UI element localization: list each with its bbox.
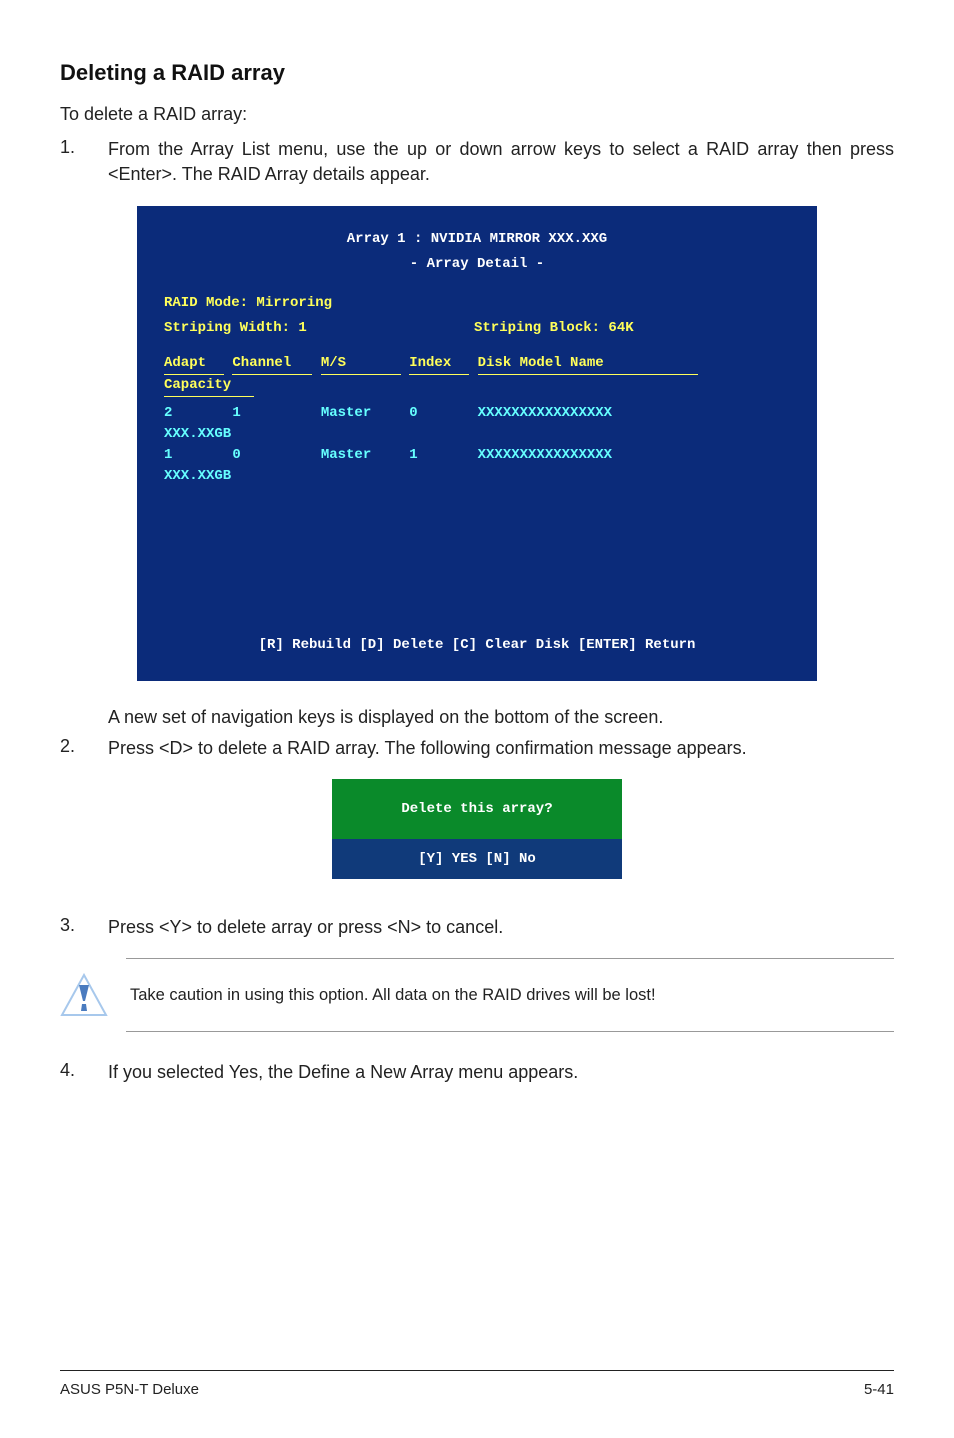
cell-ms: Master [321,445,401,466]
cell-model: XXXXXXXXXXXXXXXX [478,403,698,424]
caution-text: Take caution in using this option. All d… [130,986,656,1005]
cell-capacity: XXX.XXGB [164,424,254,445]
cell-channel: 1 [232,403,312,424]
cell-adapt: 1 [164,445,224,466]
cell-adapt: 2 [164,403,224,424]
bios-mode-label: RAID Mode: Mirroring [164,293,790,314]
cell-index: 0 [409,403,469,424]
th-channel: Channel [232,353,312,375]
step-4-text: If you selected Yes, the Define a New Ar… [108,1060,578,1085]
cell-channel: 0 [232,445,312,466]
bios-subtitle: - Array Detail - [164,254,790,275]
step-3-text: Press <Y> to delete array or press <N> t… [108,915,503,940]
footer-left: ASUS P5N-T Deluxe [60,1381,199,1398]
bios-table-header: Adapt Channel M/S Index Disk Model Name … [164,353,790,397]
bios-row-0: 2 1 Master 0 XXXXXXXXXXXXXXXX XXX.XXGB [164,403,790,445]
step-1-number: 1. [60,137,80,187]
bios-width-label: Striping Width: 1 [164,318,474,339]
cell-ms: Master [321,403,401,424]
intro-text: To delete a RAID array: [60,102,894,127]
confirm-options: [Y] YES [N] No [332,839,622,879]
confirm-message: Delete this array? [332,779,622,839]
th-index: Index [409,353,469,375]
cell-index: 1 [409,445,469,466]
confirm-dialog: Delete this array? [Y] YES [N] No [332,779,622,879]
caution-icon [60,973,108,1017]
bios-block-label: Striping Block: 64K [474,318,634,339]
step-1-text: From the Array List menu, use the up or … [108,137,894,187]
step-4: 4. If you selected Yes, the Define a New… [60,1060,894,1085]
bios-row-1: 1 0 Master 1 XXXXXXXXXXXXXXXX XXX.XXGB [164,445,790,487]
bios-panel: Array 1 : NVIDIA MIRROR XXX.XXG - Array … [137,206,817,681]
after-bios-text: A new set of navigation keys is displaye… [108,705,663,730]
step-2-number: 2. [60,736,80,761]
step-4-number: 4. [60,1060,80,1085]
step-1: 1. From the Array List menu, use the up … [60,137,894,187]
footer-right: 5-41 [864,1381,894,1398]
cell-model: XXXXXXXXXXXXXXXX [478,445,698,466]
th-model: Disk Model Name [478,353,698,375]
th-ms: M/S [321,353,401,375]
step-2-text: Press <D> to delete a RAID array. The fo… [108,736,747,761]
bios-title: Array 1 : NVIDIA MIRROR XXX.XXG [164,229,790,250]
th-capacity: Capacity [164,375,254,397]
bios-footer-hint: [R] Rebuild [D] Delete [C] Clear Disk [E… [164,635,790,656]
step-3-number: 3. [60,915,80,940]
page-footer: ASUS P5N-T Deluxe 5-41 [60,1370,894,1398]
section-heading: Deleting a RAID array [60,60,894,86]
cell-capacity: XXX.XXGB [164,466,254,487]
th-adapt: Adapt [164,353,224,375]
step-2: 2. Press <D> to delete a RAID array. The… [60,736,894,761]
caution-note: Take caution in using this option. All d… [60,958,894,1032]
step-3: 3. Press <Y> to delete array or press <N… [60,915,894,940]
